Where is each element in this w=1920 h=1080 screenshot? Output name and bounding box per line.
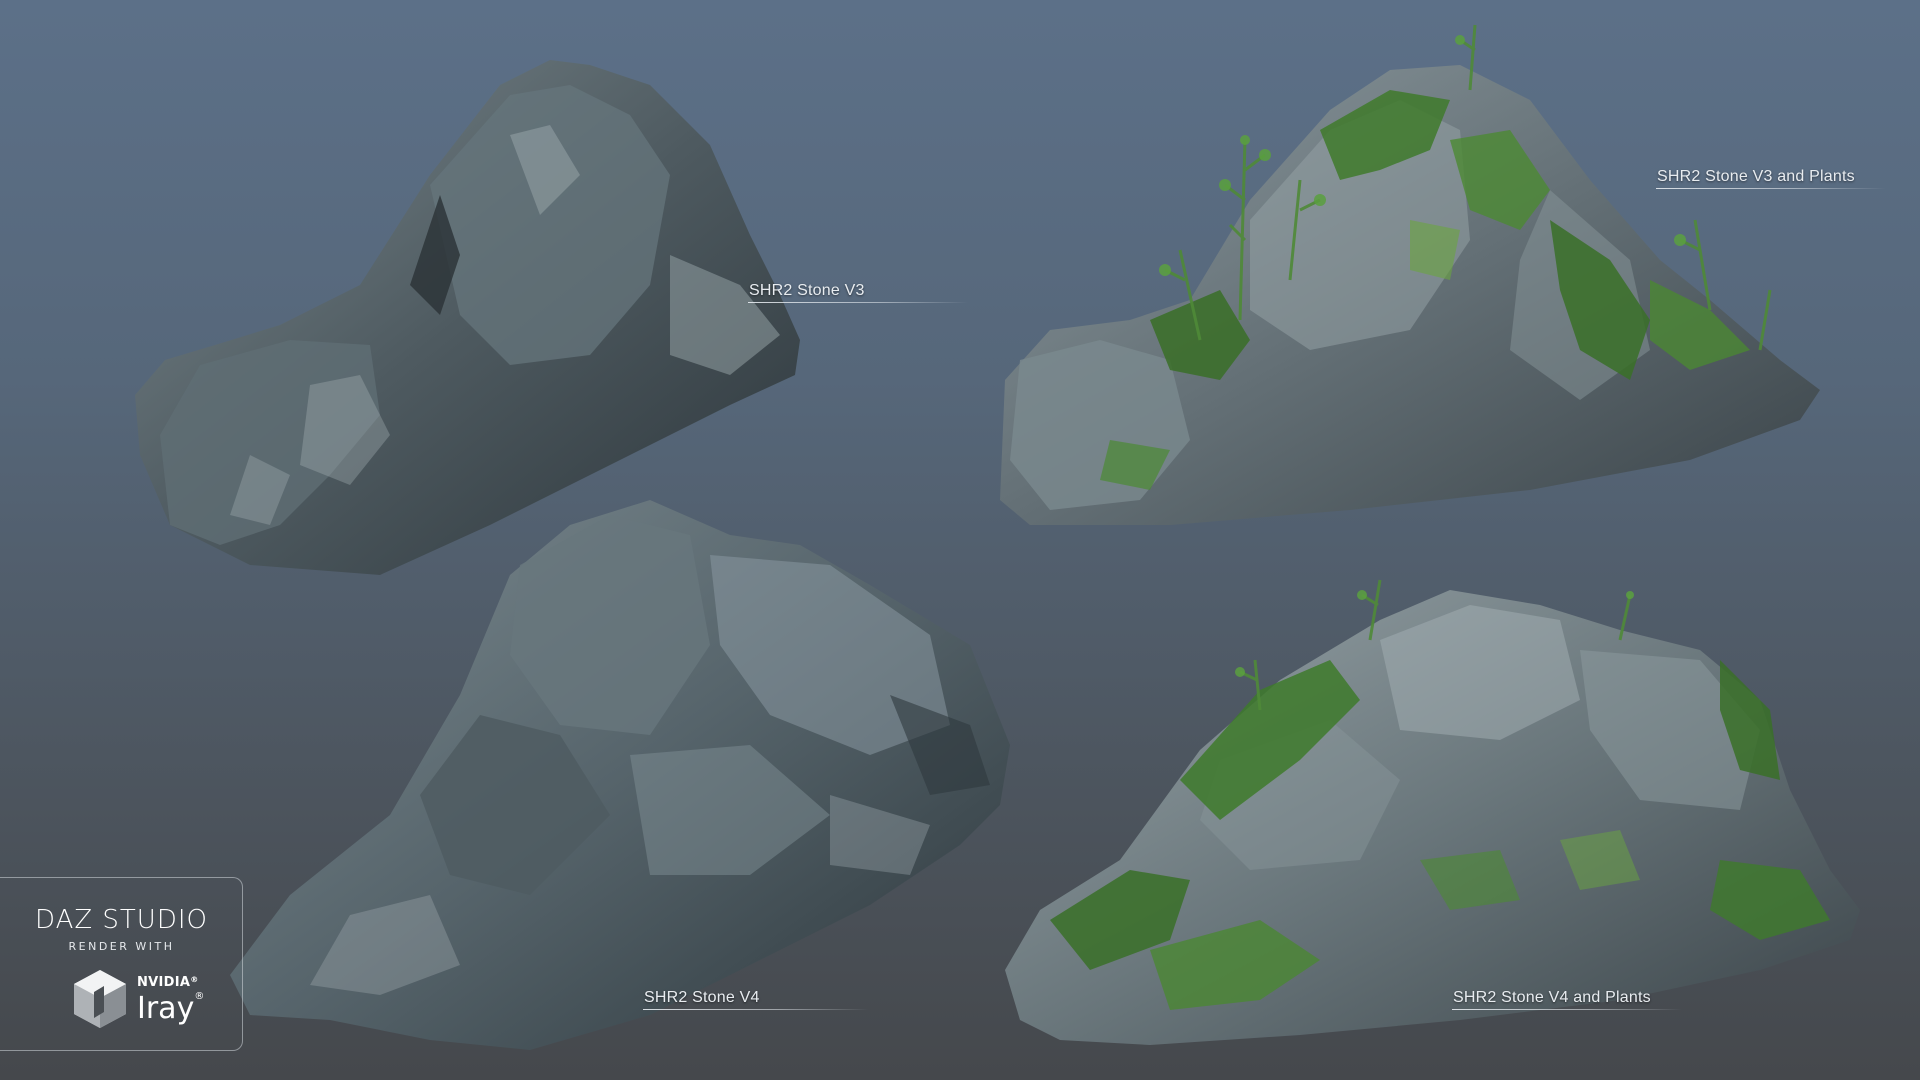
rock-stone-v4-plants [1005, 579, 1860, 1045]
render-scene: SHR2 Stone V3 SHR2 Stone V3 and Plants S… [0, 0, 1920, 1080]
label-stone-v4-underline [643, 1009, 868, 1010]
label-stone-v4: SHR2 Stone V4 [644, 989, 760, 1006]
iray-product-mark: ® [194, 991, 205, 1002]
label-stone-v3-plants-underline [1656, 188, 1886, 189]
rock-stone-v4 [230, 500, 1010, 1050]
nvidia-iray-cube-icon [74, 970, 126, 1028]
nvidia-brand: NVIDIA® [137, 975, 199, 990]
label-stone-v4-plants-underline [1452, 1009, 1682, 1010]
label-stone-v4-plants: SHR2 Stone V4 and Plants [1453, 989, 1651, 1006]
nvidia-brand-mark: ® [190, 975, 199, 984]
render-badge: DAZ STUDIO RENDER WITH NVIDIA® Iray® [0, 877, 243, 1051]
label-stone-v3-underline [748, 302, 968, 303]
label-stone-v3-plants: SHR2 Stone V3 and Plants [1657, 168, 1855, 185]
nvidia-brand-text: NVIDIA [137, 975, 191, 990]
iray-product: Iray® [137, 991, 204, 1026]
badge-subtitle: RENDER WITH [68, 940, 175, 953]
iray-product-text: Iray [137, 991, 195, 1026]
badge-title: DAZ STUDIO [35, 905, 208, 935]
label-stone-v3: SHR2 Stone V3 [749, 282, 865, 299]
rock-stone-v3-plants [1000, 24, 1820, 525]
